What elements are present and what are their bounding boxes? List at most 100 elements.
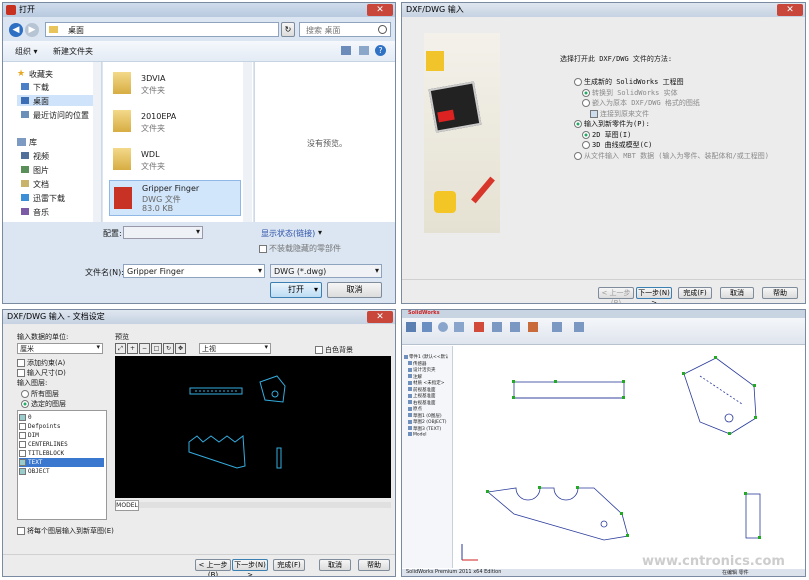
back-button[interactable]: < 上一步(B) bbox=[598, 287, 634, 303]
unit-select[interactable]: 厘米 ▾ bbox=[17, 343, 103, 354]
all-layers-radio[interactable]: 所有图层 bbox=[21, 389, 59, 399]
refresh-button[interactable]: ↻ bbox=[281, 22, 295, 37]
layer-item[interactable]: TITLEBLOCK bbox=[19, 449, 104, 458]
nav-item-thunder[interactable]: 迅雷下载 bbox=[33, 193, 65, 204]
layer-item[interactable]: OBJECT bbox=[19, 467, 104, 476]
address-bar[interactable]: 桌面 bbox=[45, 22, 279, 37]
circle-tool-icon[interactable] bbox=[438, 322, 448, 332]
rotate-icon[interactable]: ↻ bbox=[163, 343, 174, 354]
import-option[interactable]: 连接到原来文件 bbox=[590, 109, 649, 119]
filename-input[interactable]: Gripper Finger ▾ bbox=[123, 264, 265, 278]
tree-item[interactable]: 草图1 (0图层) bbox=[408, 413, 452, 419]
pattern-tool-icon[interactable] bbox=[528, 322, 538, 332]
tree-item[interactable]: 前视基准面 bbox=[408, 387, 452, 393]
import-dims-checkbox[interactable]: 输入尺寸(D) bbox=[17, 368, 66, 378]
layer-checkbox[interactable] bbox=[19, 423, 26, 430]
tree-item[interactable]: 注解 bbox=[408, 374, 452, 380]
layer-checkbox[interactable] bbox=[19, 414, 26, 421]
add-constraints-checkbox[interactable]: ​添加约束(A) bbox=[17, 358, 65, 368]
close-icon[interactable]: ✕ bbox=[367, 311, 393, 323]
help-button[interactable]: 帮助 bbox=[358, 559, 390, 571]
tree-item[interactable]: 上视基准面 bbox=[408, 393, 452, 399]
layer-checkbox[interactable] bbox=[19, 441, 26, 448]
organize-menu[interactable]: 组织 ▾ bbox=[15, 46, 38, 57]
zoom-in-icon[interactable]: + bbox=[127, 343, 138, 354]
open-button[interactable]: 打开 ▾ bbox=[270, 282, 322, 298]
nav-back-button[interactable]: ◀ bbox=[9, 23, 23, 37]
finish-button[interactable]: 完成(F) bbox=[678, 287, 712, 299]
finish-button[interactable]: 完成(F) bbox=[273, 559, 305, 571]
zoom-out-icon[interactable]: − bbox=[139, 343, 150, 354]
nav-item-desktop[interactable]: 桌面 bbox=[33, 96, 49, 107]
dxf-preview-canvas[interactable] bbox=[115, 356, 391, 498]
white-bg-checkbox[interactable]: 白色背景 bbox=[315, 345, 353, 355]
import-option[interactable]: 输入到新零件为(P): bbox=[574, 119, 650, 129]
next-button[interactable]: 下一步(N) > bbox=[636, 287, 672, 303]
sketch-tool-icon[interactable] bbox=[406, 322, 416, 332]
help-button[interactable]: 帮助 bbox=[762, 287, 798, 299]
file-item-folder[interactable]: 2010EPA 文件夹 bbox=[109, 104, 249, 138]
import-option[interactable]: 嵌入为原本 DXF/DWG 格式的图纸 bbox=[582, 98, 700, 108]
chevron-down-icon[interactable]: ▾ bbox=[318, 228, 322, 237]
arc-tool-icon[interactable] bbox=[454, 322, 464, 332]
import-option[interactable]: 转换到 SolidWorks 实体 bbox=[582, 88, 678, 98]
layer-checkbox[interactable] bbox=[19, 450, 26, 457]
import-option[interactable]: 2D 草图(I) bbox=[582, 130, 631, 140]
zoom-fit-icon[interactable]: ⤢ bbox=[115, 343, 126, 354]
layer-item[interactable]: TEXT bbox=[19, 458, 104, 467]
model-tab[interactable]: MODEL bbox=[115, 500, 139, 511]
nav-item-recent[interactable]: 最近访问的位置 bbox=[33, 110, 89, 121]
tree-item[interactable]: 材质 <未指定> bbox=[408, 380, 452, 386]
line-tool-icon[interactable] bbox=[422, 322, 432, 332]
back-button[interactable]: < 上一步(B) bbox=[195, 559, 231, 576]
layer-item[interactable]: 0 bbox=[19, 413, 104, 422]
tree-item[interactable]: Model bbox=[408, 432, 452, 438]
pan-icon[interactable]: ✥ bbox=[175, 343, 186, 354]
dimension-tool-icon[interactable] bbox=[474, 322, 484, 332]
import-option[interactable]: 从文件输入 MBT 数据 (输入为零件、装配体和/或工程图) bbox=[574, 151, 769, 161]
config-select[interactable]: ▾ bbox=[123, 226, 203, 239]
import-option[interactable]: 生成新的 SolidWorks 工程图 bbox=[574, 77, 684, 87]
zoom-area-icon[interactable]: □ bbox=[151, 343, 162, 354]
preview-scrollbar[interactable] bbox=[139, 502, 391, 508]
tree-item[interactable]: 草图3 (TEXT) bbox=[408, 426, 452, 432]
tree-item[interactable]: 设计活页夹 bbox=[408, 367, 452, 373]
nav-item-pictures[interactable]: 图片 bbox=[33, 165, 49, 176]
search-input[interactable]: 搜索 桌面 bbox=[299, 22, 391, 37]
nav-item-music[interactable]: 音乐 bbox=[33, 207, 49, 218]
cancel-button[interactable]: 取消 bbox=[327, 282, 382, 298]
view-select[interactable]: 上视 ▾ bbox=[199, 343, 271, 354]
preview-pane-icon[interactable] bbox=[359, 46, 369, 55]
tree-item[interactable]: 原点 bbox=[408, 406, 452, 412]
merge-layers-checkbox[interactable]: 将每个图层输入到新草图(E) bbox=[17, 526, 114, 536]
mirror-tool-icon[interactable] bbox=[510, 322, 520, 332]
file-item-folder[interactable]: WDL 文件夹 bbox=[109, 142, 249, 176]
file-list-scrollbar[interactable] bbox=[243, 62, 252, 222]
layer-item[interactable]: CENTERLINES bbox=[19, 440, 104, 449]
layer-checkbox[interactable] bbox=[19, 432, 26, 439]
tree-item[interactable]: 零件1 (默认<<默认>_显示状态 1>) bbox=[404, 354, 448, 360]
help-icon[interactable]: ? bbox=[375, 45, 386, 56]
import-option[interactable]: 3D 曲线或模型(C) bbox=[582, 140, 652, 150]
layer-checkbox[interactable] bbox=[19, 459, 26, 466]
hide-parts-checkbox[interactable]: 不装载隐藏的零部件 bbox=[259, 243, 341, 254]
next-button[interactable]: 下一步(N) > bbox=[232, 559, 268, 576]
nav-item-downloads[interactable]: 下载 bbox=[33, 82, 49, 93]
file-type-select[interactable]: DWG (*.dwg) ▾ bbox=[270, 264, 382, 278]
cancel-button[interactable]: 取消 bbox=[720, 287, 754, 299]
nav-item-documents[interactable]: 文档 bbox=[33, 179, 49, 190]
close-icon[interactable]: ✕ bbox=[367, 4, 393, 16]
close-icon[interactable]: ✕ bbox=[777, 4, 803, 16]
tree-item[interactable]: 右视基准面 bbox=[408, 400, 452, 406]
view-options-icon[interactable] bbox=[341, 46, 351, 55]
favorites-heading[interactable]: 收藏夹 bbox=[29, 69, 53, 80]
graphics-area[interactable] bbox=[454, 346, 805, 568]
display-status-link[interactable]: 显示状态(链接) bbox=[261, 228, 315, 239]
selected-layers-radio[interactable]: 选定的图层 bbox=[21, 399, 66, 409]
tree-item[interactable]: 传感器 bbox=[408, 361, 452, 367]
nav-item-desktop-row[interactable] bbox=[17, 95, 97, 106]
layer-item[interactable]: Defpoints bbox=[19, 422, 104, 431]
nav-forward-button[interactable]: ▶ bbox=[25, 23, 39, 37]
new-folder-button[interactable]: 新建文件夹 bbox=[53, 46, 93, 57]
nav-scrollbar[interactable] bbox=[93, 62, 101, 222]
